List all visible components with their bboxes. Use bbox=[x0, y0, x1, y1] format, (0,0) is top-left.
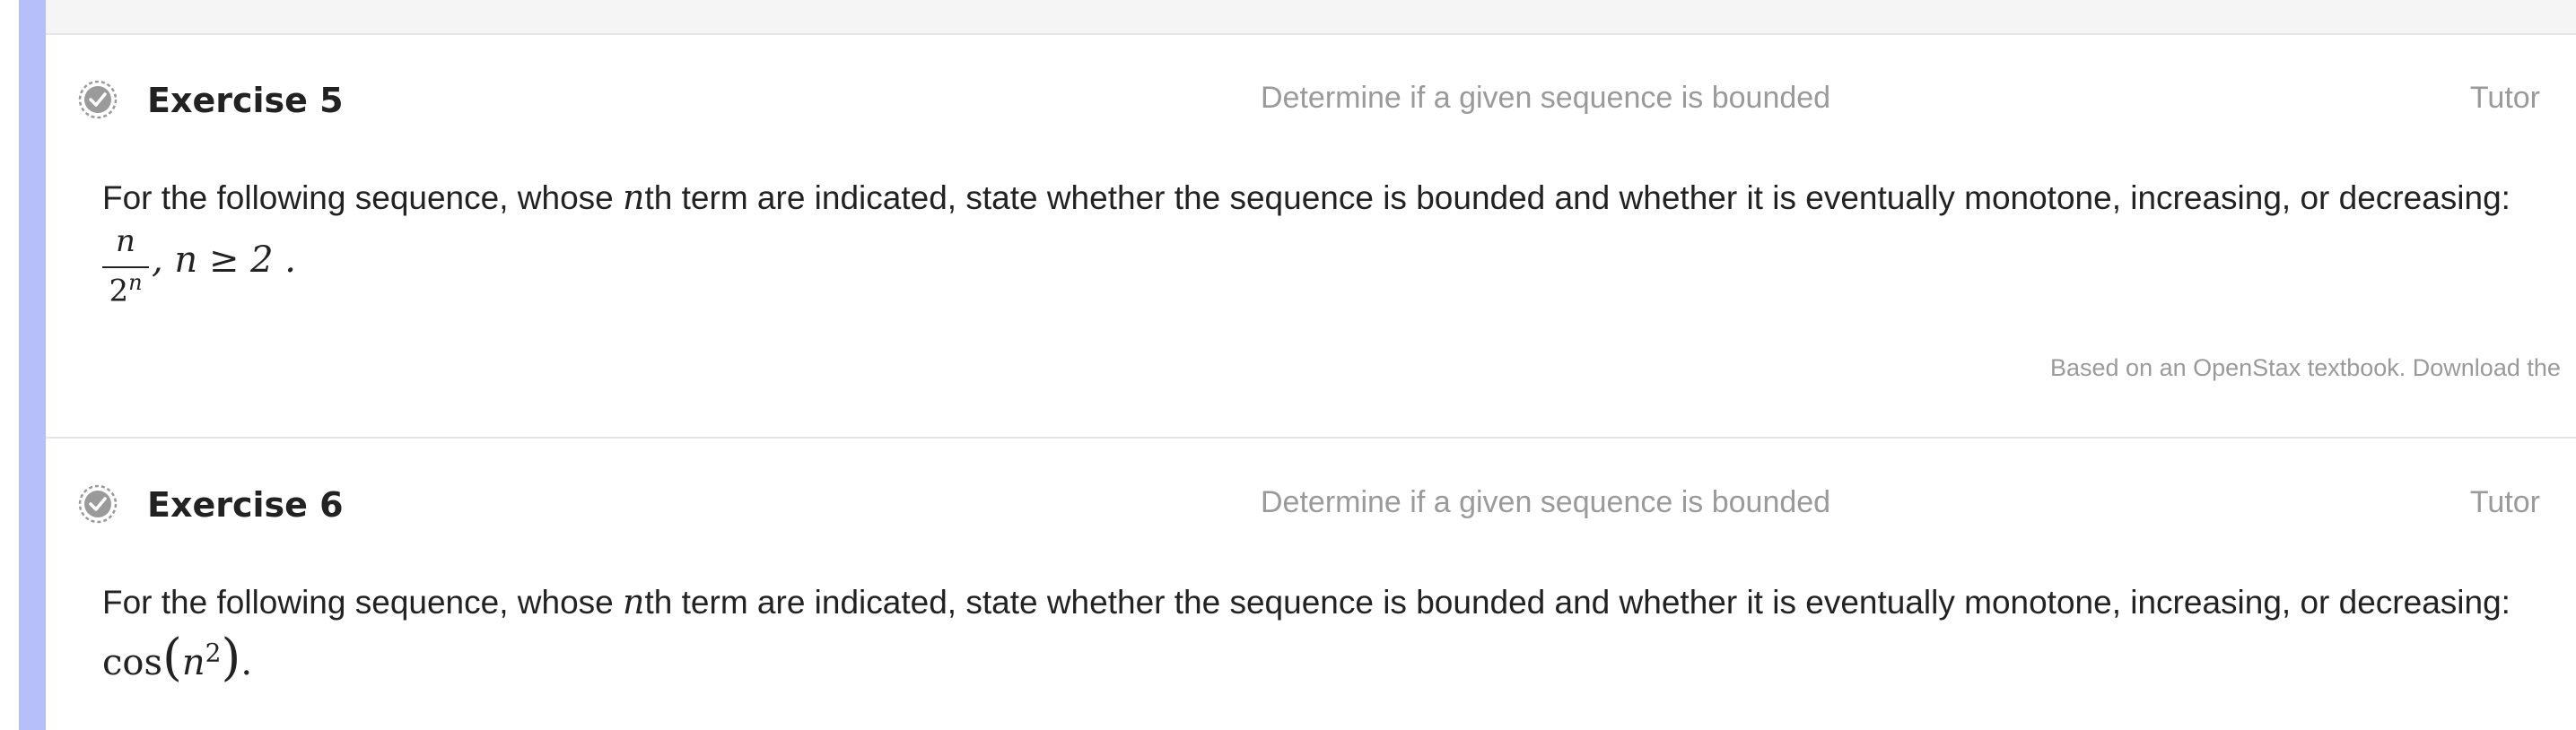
sequence-condition: , n ≥ 2 . bbox=[152, 239, 297, 281]
exercise-title: Exercise 6 bbox=[147, 485, 344, 525]
cos-argument-base: n bbox=[181, 642, 205, 683]
exercise-prompt: For the following sequence, whose nth te… bbox=[102, 582, 2511, 621]
cosine-expression: cos(n2). bbox=[102, 629, 252, 687]
prompt-text-start: For the following sequence, whose bbox=[102, 179, 624, 216]
exercise-topic[interactable]: Determine if a given sequence is bounded bbox=[1261, 485, 1830, 520]
tutor-link[interactable]: Tutor bbox=[2470, 81, 2540, 116]
exercise-card-5: Exercise 5 Determine if a given sequence… bbox=[46, 35, 2576, 439]
left-accent-rail bbox=[19, 0, 46, 730]
cos-function: cos bbox=[102, 642, 163, 683]
prompt-text-start: For the following sequence, whose bbox=[102, 584, 624, 621]
exercise-page: Exercise 5 Determine if a given sequence… bbox=[0, 0, 2576, 730]
check-circle-icon bbox=[78, 484, 118, 524]
denominator-exponent: n bbox=[128, 270, 143, 295]
prompt-text-end: th term are indicated, state whether the… bbox=[644, 179, 2511, 216]
fraction-bar bbox=[102, 266, 149, 268]
trailing-period: . bbox=[240, 642, 253, 683]
attribution-text[interactable]: Based on an OpenStax textbook. Download … bbox=[2050, 354, 2561, 382]
prompt-math-variable: n bbox=[623, 582, 645, 621]
prompt-text-end: th term are indicated, state whether the… bbox=[644, 584, 2511, 621]
top-header-strip bbox=[46, 0, 2576, 35]
exercise-title: Exercise 5 bbox=[147, 81, 344, 120]
tutor-link[interactable]: Tutor bbox=[2470, 485, 2540, 520]
exercise-topic[interactable]: Determine if a given sequence is bounded bbox=[1261, 81, 1830, 116]
cos-argument-exponent: 2 bbox=[205, 638, 222, 668]
exercise-prompt: For the following sequence, whose nth te… bbox=[102, 178, 2511, 217]
fraction-denominator: 2n bbox=[102, 270, 149, 309]
check-circle-icon bbox=[78, 80, 118, 119]
open-paren: ( bbox=[162, 629, 182, 687]
exercise-card-6: Exercise 6 Determine if a given sequence… bbox=[46, 439, 2576, 730]
close-paren: ) bbox=[221, 629, 241, 687]
denominator-base: 2 bbox=[109, 273, 129, 309]
fraction-numerator: n bbox=[116, 223, 135, 259]
prompt-math-variable: n bbox=[623, 178, 645, 217]
